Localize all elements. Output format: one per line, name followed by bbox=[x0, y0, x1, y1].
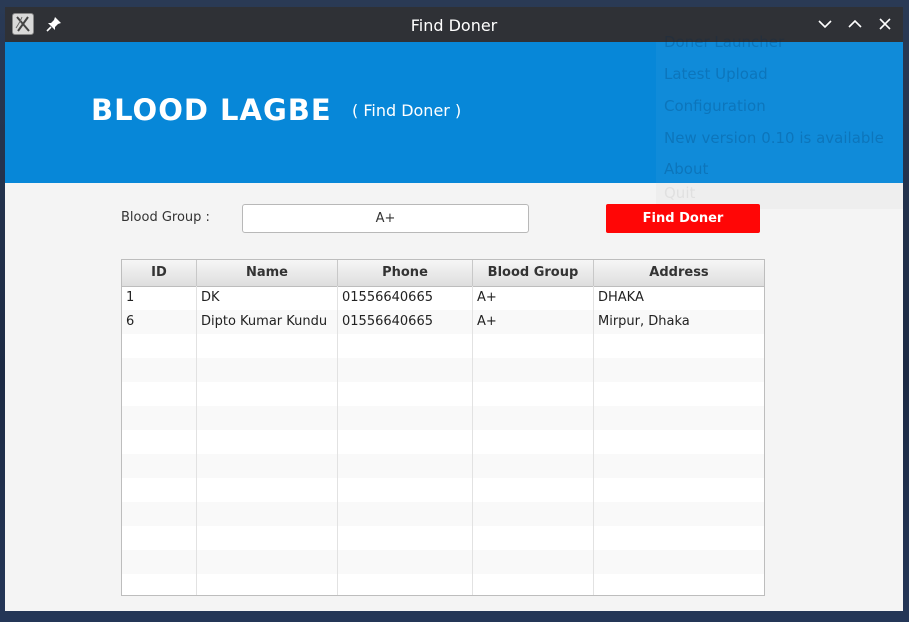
background-menu-item: New version 0.10 is available bbox=[664, 129, 884, 147]
empty-table-row bbox=[122, 382, 764, 406]
cell-name: Dipto Kumar Kundu bbox=[197, 310, 338, 334]
background-menu-item: Latest Upload bbox=[664, 65, 768, 83]
background-menu-item: Quit bbox=[664, 184, 696, 202]
close-icon[interactable] bbox=[876, 15, 894, 33]
cell-name: DK bbox=[197, 286, 338, 310]
blood-group-input[interactable]: A+ bbox=[242, 204, 529, 233]
cell-address: Mirpur, Dhaka bbox=[598, 314, 690, 329]
page-subtitle: ( Find Doner ) bbox=[352, 101, 462, 120]
background-menu-item: Doner Launcher bbox=[664, 33, 785, 51]
donor-table[interactable]: ID Name Phone Blood Group Address 1 DK 0… bbox=[121, 259, 765, 596]
find-doner-window: Find Doner BLOOD LAGBE ( Find Doner ) Do… bbox=[5, 7, 903, 611]
empty-table-row bbox=[122, 334, 764, 358]
column-header-id[interactable]: ID bbox=[122, 260, 197, 286]
background-menu-item: About bbox=[664, 160, 709, 178]
minimize-icon[interactable] bbox=[816, 15, 834, 33]
cell-id: 6 bbox=[122, 310, 197, 334]
blood-group-label: Blood Group : bbox=[121, 210, 210, 225]
empty-table-row bbox=[122, 406, 764, 430]
empty-table-row bbox=[122, 526, 764, 550]
cell-blood-group: A+ bbox=[473, 310, 594, 334]
empty-table-row bbox=[122, 574, 764, 595]
empty-table-row bbox=[122, 358, 764, 382]
empty-table-row bbox=[122, 502, 764, 526]
background-menu-item: Configuration bbox=[664, 97, 766, 115]
empty-table-row bbox=[122, 478, 764, 502]
empty-table-row bbox=[122, 430, 764, 454]
maximize-icon[interactable] bbox=[846, 15, 864, 33]
empty-table-row bbox=[122, 550, 764, 574]
cell-id: 1 bbox=[122, 286, 197, 310]
table-row[interactable]: 1 DK 01556640665 A+ DHAKA bbox=[122, 286, 764, 310]
table-header: ID Name Phone Blood Group Address bbox=[122, 260, 764, 287]
brand-title: BLOOD LAGBE bbox=[91, 93, 332, 127]
empty-table-row bbox=[122, 454, 764, 478]
column-header-address[interactable]: Address bbox=[594, 260, 764, 286]
cell-address: DHAKA bbox=[598, 290, 644, 305]
column-header-blood-group[interactable]: Blood Group bbox=[473, 260, 594, 286]
app-header: BLOOD LAGBE ( Find Doner ) Doner Launche… bbox=[5, 33, 903, 209]
cell-phone: 01556640665 bbox=[338, 310, 473, 334]
cell-blood-group: A+ bbox=[473, 286, 594, 310]
find-doner-button[interactable]: Find Doner bbox=[606, 204, 760, 233]
column-header-name[interactable]: Name bbox=[197, 260, 338, 286]
column-header-phone[interactable]: Phone bbox=[338, 260, 473, 286]
table-row[interactable]: 6 Dipto Kumar Kundu 01556640665 A+ Mirpu… bbox=[122, 310, 764, 334]
cell-phone: 01556640665 bbox=[338, 286, 473, 310]
